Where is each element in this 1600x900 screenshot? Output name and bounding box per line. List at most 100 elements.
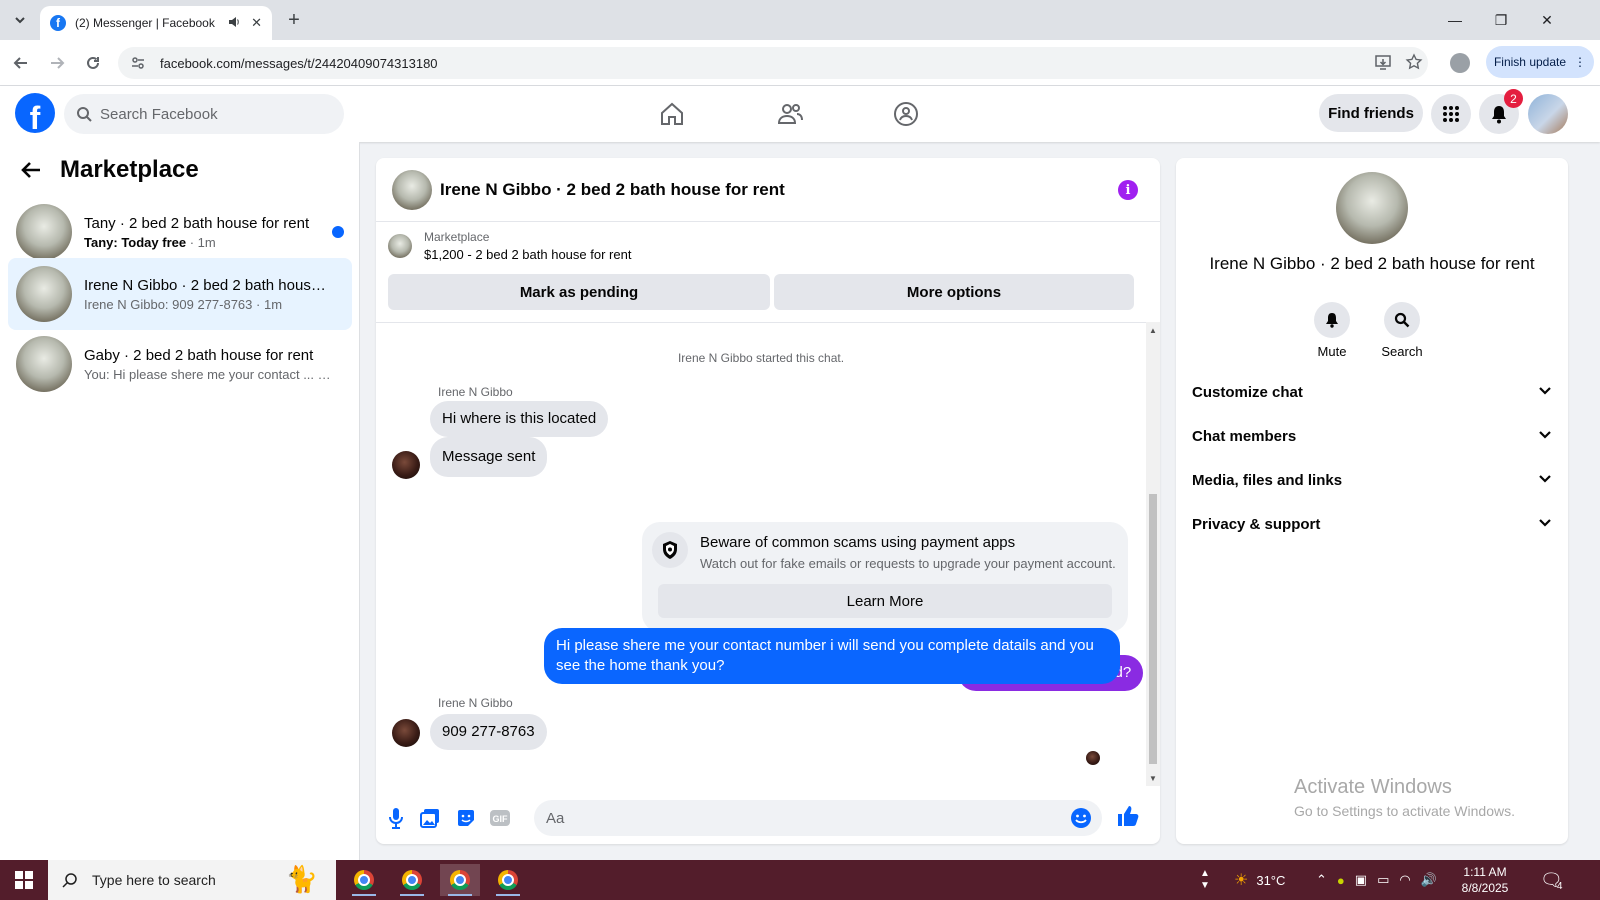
wifi-icon[interactable]: ◠ [1399,872,1410,888]
chrome-profile-icon[interactable] [1450,53,1470,73]
listing-summary[interactable]: Marketplace $1,200 - 2 bed 2 bath house … [388,230,631,262]
bookmark-star-icon[interactable] [1405,53,1423,74]
outgoing-message[interactable]: Hi please shere me your contact number i… [544,628,1120,684]
customize-chat-section[interactable]: Customize chat [1192,372,1552,412]
taskbar-chrome-app[interactable] [440,864,480,896]
system-tray: ⌃ ● ▣ ▭ ◠ 🔊 [1316,860,1437,900]
conversation-item[interactable]: Gaby · 2 bed 2 bath house for rent You: … [8,328,352,400]
learn-more-button[interactable]: Learn More [658,584,1112,618]
home-nav-icon[interactable] [642,92,702,136]
incoming-message[interactable]: 909 277-8763 [430,714,547,750]
scroll-down-icon[interactable]: ▼ [1149,774,1157,783]
battery-icon[interactable]: ▭ [1377,872,1389,888]
chat-details-thumbnail[interactable] [1336,172,1408,244]
forward-arrow-icon [51,57,65,69]
conversation-item[interactable]: Irene N Gibbo · 2 bed 2 bath house for r… [8,258,352,330]
finish-update-button[interactable]: Finish update ⋮ [1486,46,1594,78]
listing-price: $1,200 - 2 bed 2 bath house for rent [424,247,632,262]
install-app-icon[interactable] [1374,53,1392,74]
taskbar-chrome-app[interactable] [344,864,384,896]
close-tab-icon[interactable]: ✕ [251,15,262,31]
info-icon[interactable]: i [1118,180,1138,200]
chat-members-section[interactable]: Chat members [1192,416,1552,456]
taskbar-chrome-app[interactable] [392,864,432,896]
chat-title[interactable]: Irene N Gibbo · 2 bed 2 bath house for r… [440,180,785,200]
notification-center-button[interactable]: 🗨 4 [1540,860,1563,900]
gif-icon[interactable]: GIF [488,806,512,830]
taskbar-search[interactable]: Type here to search 🐈 [48,860,336,900]
chat-details-name: Irene N Gibbo · 2 bed 2 bath house for r… [1209,254,1535,273]
sender-avatar[interactable] [392,719,420,747]
chevron-up-icon[interactable]: ⌃ [1316,872,1327,888]
like-thumb-icon[interactable] [1116,804,1140,828]
update-icon[interactable]: ● [1337,873,1345,888]
close-window-button[interactable]: ✕ [1524,8,1570,32]
message-input[interactable]: Aa [534,800,1102,836]
weather-icon: ☀ [1234,872,1249,889]
site-settings-icon[interactable] [130,55,146,71]
friends-nav-icon[interactable] [760,92,820,136]
svg-text:GIF: GIF [493,814,509,824]
account-avatar[interactable] [1528,94,1568,134]
weather-temp: 31°C [1256,872,1286,888]
chat-thumbnail[interactable] [392,169,432,210]
forward-button[interactable] [44,50,70,76]
facebook-logo[interactable]: f [15,93,55,133]
chat-scrollbar[interactable]: ▲ ▼ [1146,322,1160,786]
restore-button[interactable]: ❐ [1478,8,1524,32]
sidebar-header: Marketplace [20,156,199,184]
listing-thumbnail [388,234,412,258]
bell-icon [1492,106,1506,124]
notifications-button[interactable]: 2 [1479,89,1523,134]
scam-description: Watch out for fake emails or requests to… [700,556,1116,571]
browser-tab[interactable]: f (2) Messenger | Facebook ✕ [40,6,272,40]
find-friends-button[interactable]: Find friends [1319,94,1423,132]
sticker-icon[interactable] [454,806,478,830]
media-files-links-section[interactable]: Media, files and links [1192,460,1552,500]
tab-search-button[interactable] [8,8,32,32]
menu-grid-button[interactable] [1431,94,1471,134]
speaker-icon[interactable] [227,15,241,32]
search-in-chat-button[interactable]: Search [1372,302,1432,359]
scam-warning-card: Beware of common scams using payment app… [642,522,1128,632]
incoming-message[interactable]: Hi where is this located [430,401,609,437]
back-arrow-icon[interactable] [20,159,42,181]
emoji-icon[interactable] [1070,807,1092,829]
mark-as-pending-button[interactable]: Mark as pending [388,274,770,310]
facebook-search-input[interactable]: Search Facebook [64,94,344,134]
address-bar-row: facebook.com/messages/t/2442040907431318… [0,40,1600,86]
listing-label: Marketplace [424,230,490,244]
scroll-thumb[interactable] [1149,494,1157,764]
mute-button[interactable]: Mute [1302,302,1362,359]
url-text: facebook.com/messages/t/2442040907431318… [160,55,438,71]
reload-button[interactable] [80,50,106,76]
photo-icon[interactable] [418,806,442,830]
new-tab-button[interactable]: + [282,8,306,32]
search-icon [77,107,92,122]
groups-nav-icon[interactable] [876,92,936,136]
listing-thumbnail [16,204,72,260]
watermark-subtitle: Go to Settings to activate Windows. [1294,803,1515,819]
privacy-support-section[interactable]: Privacy & support [1192,504,1552,544]
show-hidden-icons[interactable]: ▲ ▼ [1200,860,1210,900]
notification-badge: 2 [1504,89,1523,108]
minimize-button[interactable]: — [1432,8,1478,32]
start-button[interactable] [0,860,48,900]
browser-tab-strip: f (2) Messenger | Facebook ✕ + — ❐ ✕ [0,0,1600,40]
volume-icon[interactable]: 🔊 [1421,872,1437,888]
clock[interactable]: 1:11 AM 8/8/2025 [1452,860,1518,900]
back-arrow-icon [13,57,27,69]
scam-title: Beware of common scams using payment app… [700,534,1016,551]
omnibox[interactable]: facebook.com/messages/t/2442040907431318… [118,47,1428,79]
camera-icon[interactable]: ▣ [1355,872,1367,888]
activate-windows-watermark: Activate Windows Go to Settings to activ… [1294,776,1515,819]
scroll-up-icon[interactable]: ▲ [1149,326,1157,335]
taskbar-chrome-app[interactable] [488,864,528,896]
more-options-button[interactable]: More options [774,274,1134,310]
microphone-icon[interactable] [384,806,408,830]
sender-avatar[interactable] [392,451,420,479]
incoming-message[interactable]: Message sent [430,437,548,477]
weather-widget[interactable]: ☀ 31°C [1234,860,1285,900]
back-button[interactable] [8,50,34,76]
more-vert-icon: ⋮ [1574,55,1587,69]
